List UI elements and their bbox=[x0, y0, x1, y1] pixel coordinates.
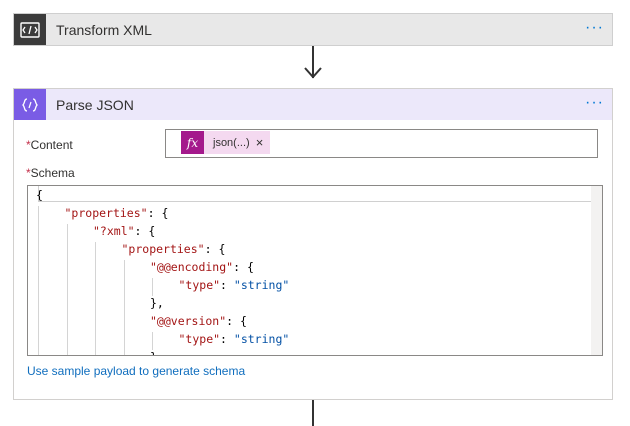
transform-xml-card[interactable]: Transform XML ··· bbox=[13, 13, 613, 46]
transform-xml-icon bbox=[14, 14, 46, 45]
step-title-parse-json: Parse JSON bbox=[56, 97, 134, 113]
code-line: }, bbox=[150, 296, 164, 310]
step-title-transform-xml: Transform XML bbox=[56, 22, 152, 38]
parse-json-card: Parse JSON ··· *Content fx json(...) × *… bbox=[13, 88, 613, 400]
content-label: *Content bbox=[26, 138, 73, 152]
code-line: "properties": { bbox=[121, 242, 226, 256]
schema-code[interactable]: { "properties": { "?xml": { "properties": {… bbox=[36, 186, 290, 355]
more-options-icon[interactable]: ··· bbox=[585, 20, 604, 36]
code-line: "type": "string" bbox=[178, 332, 290, 346]
remove-token-icon[interactable]: × bbox=[256, 135, 271, 150]
code-line: "properties": { bbox=[64, 206, 169, 220]
code-line: "@@version": { bbox=[150, 314, 247, 328]
editor-scrollbar[interactable] bbox=[591, 186, 602, 355]
content-input[interactable]: fx json(...) × bbox=[165, 129, 598, 158]
code-line: "?xml": { bbox=[93, 224, 156, 238]
code-line: { bbox=[36, 188, 43, 202]
dynamic-content-token[interactable]: fx json(...) × bbox=[181, 131, 271, 154]
token-label: json(...) bbox=[213, 136, 250, 149]
code-line: } bbox=[36, 348, 289, 355]
braces-icon bbox=[14, 89, 46, 120]
schema-label: *Schema bbox=[26, 166, 75, 180]
code-line: "type": "string" bbox=[178, 278, 290, 292]
more-options-icon[interactable]: ··· bbox=[585, 95, 604, 111]
sample-payload-link[interactable]: Use sample payload to generate schema bbox=[27, 364, 245, 378]
expression-icon: fx bbox=[181, 131, 204, 154]
code-line: "@@encoding": { bbox=[150, 260, 254, 274]
flow-connector-bottom bbox=[312, 400, 314, 426]
schema-editor[interactable]: { "properties": { "?xml": { "properties": {… bbox=[27, 185, 603, 356]
parse-json-header[interactable]: Parse JSON ··· bbox=[14, 89, 612, 120]
arrow-down-icon bbox=[304, 67, 322, 79]
